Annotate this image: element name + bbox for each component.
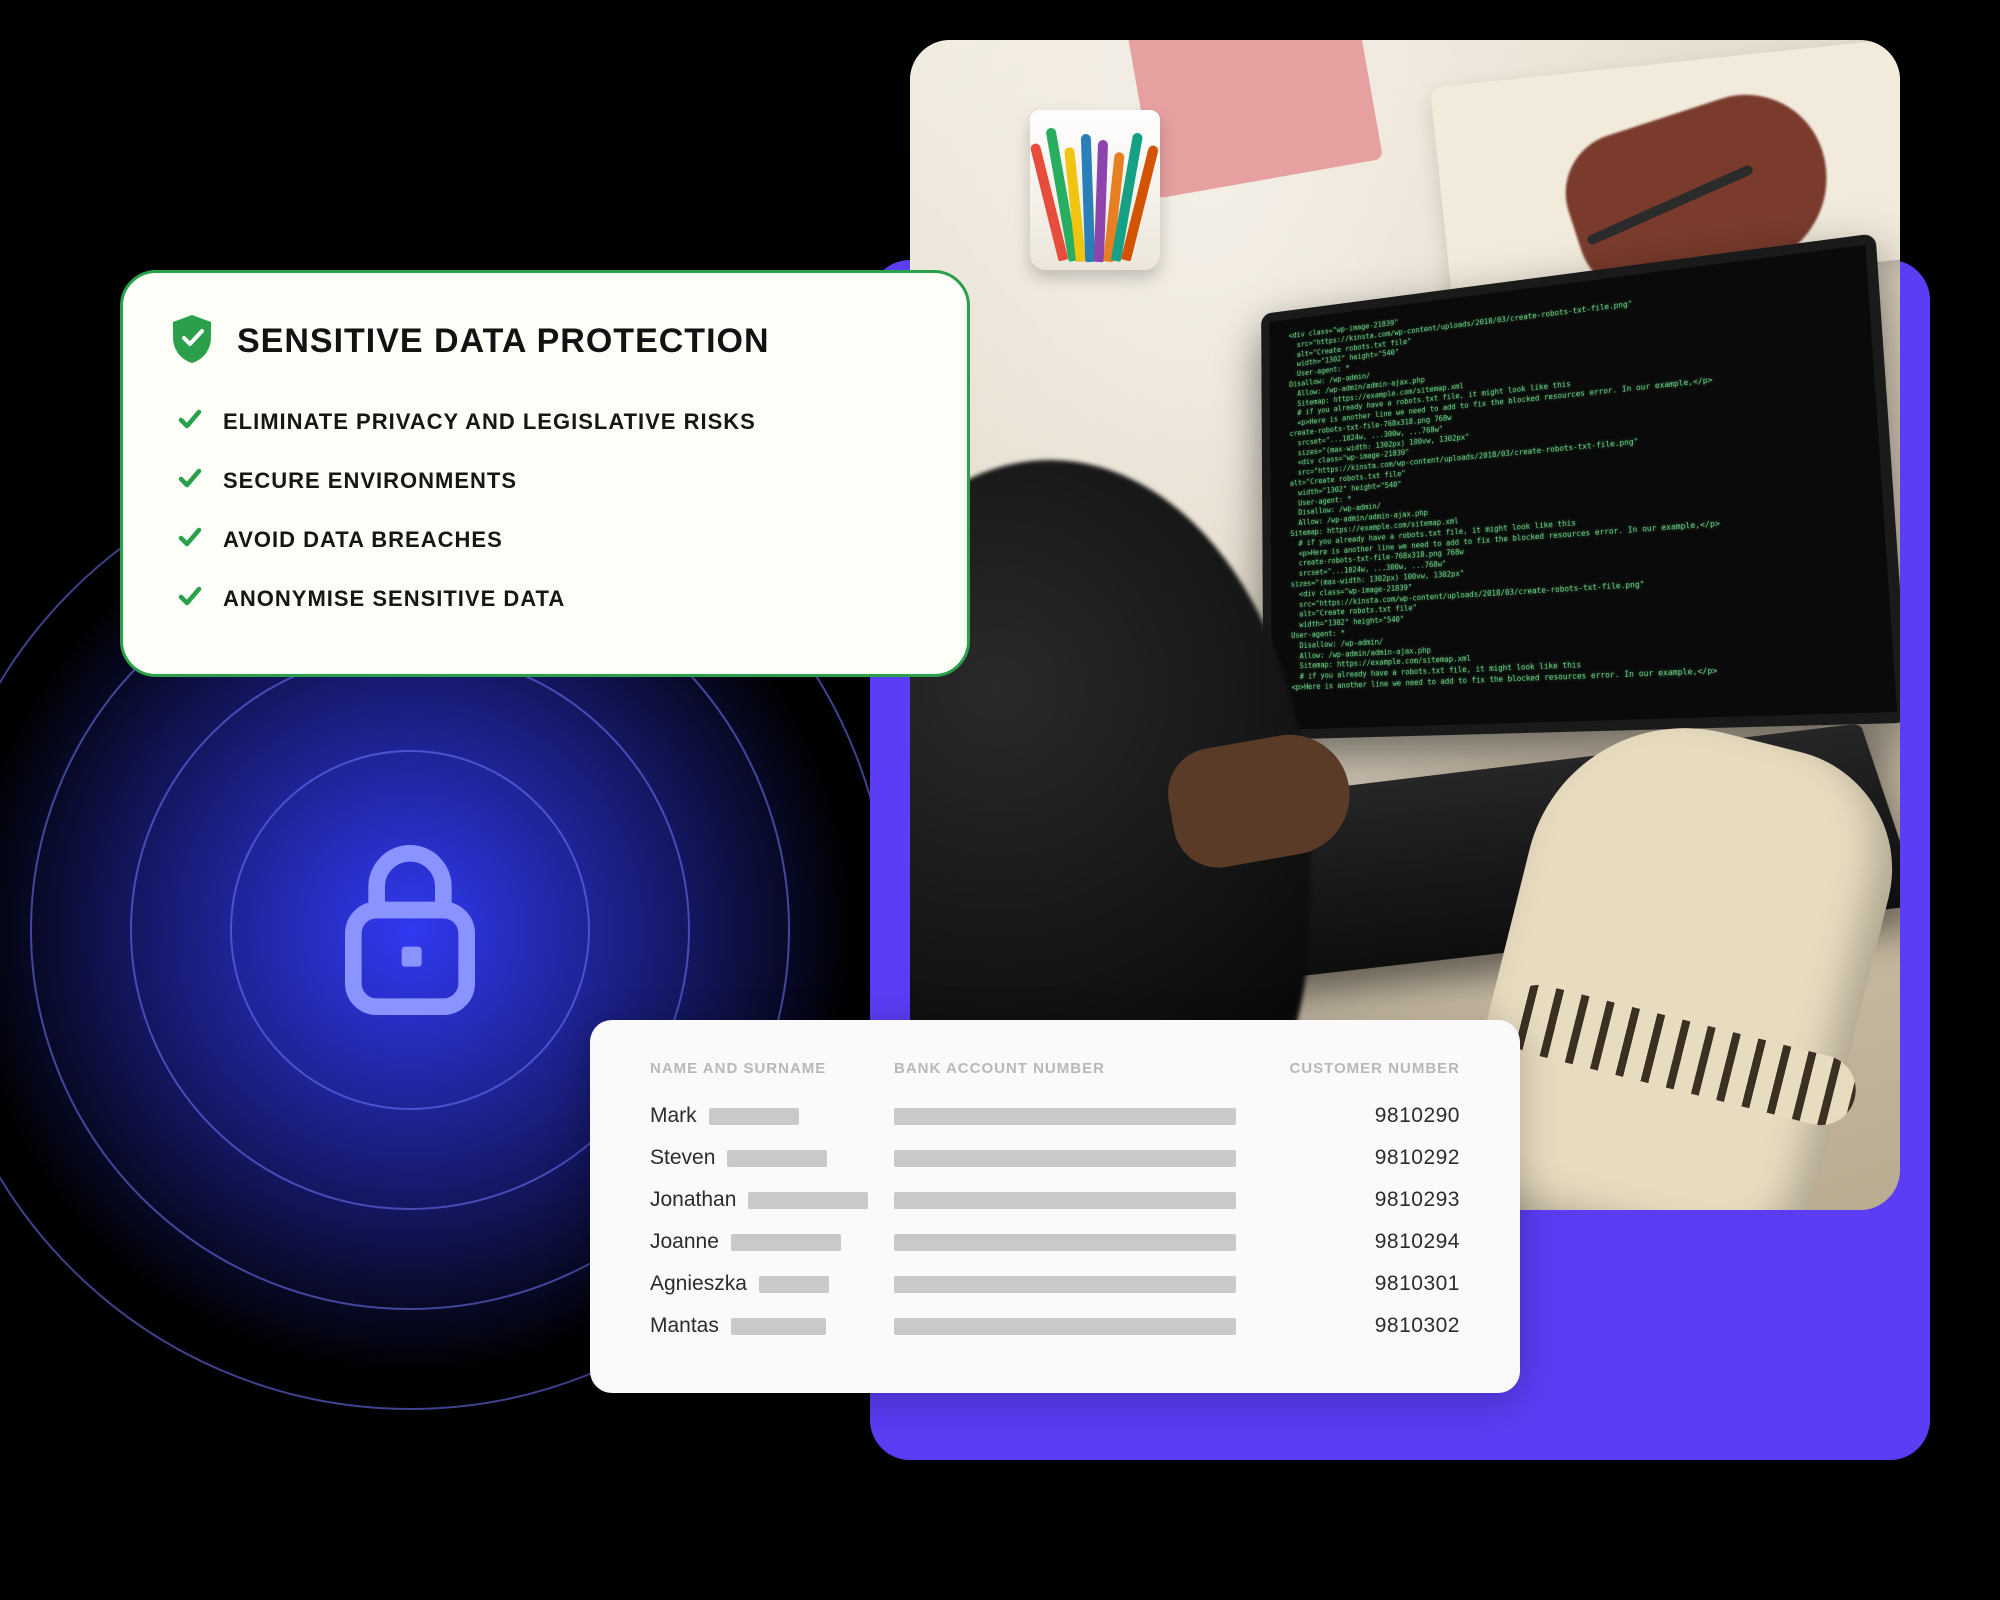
check-icon xyxy=(177,524,203,555)
first-name: Agnieszka xyxy=(650,1272,747,1296)
customer-number: 9810292 xyxy=(1260,1146,1460,1170)
surname-mask xyxy=(731,1318,826,1335)
table-row: Steven 9810292 xyxy=(650,1137,1460,1179)
account-cell xyxy=(894,1108,1236,1125)
table-row: Agnieszka 9810301 xyxy=(650,1263,1460,1305)
table-row: Mark 9810290 xyxy=(650,1095,1460,1137)
account-cell xyxy=(894,1318,1236,1335)
name-cell: Agnieszka xyxy=(650,1272,870,1296)
feature-label: AVOID DATA BREACHES xyxy=(223,527,503,553)
col-header-name: NAME AND SURNAME xyxy=(650,1060,870,1077)
surname-mask xyxy=(709,1108,799,1125)
account-mask xyxy=(894,1108,1236,1125)
account-cell xyxy=(894,1150,1236,1167)
composition: <div class="wp-image-21839" src="https:/… xyxy=(0,0,2000,1600)
table-row: Mantas 9810302 xyxy=(650,1305,1460,1347)
account-mask xyxy=(894,1234,1236,1251)
first-name: Jonathan xyxy=(650,1188,736,1212)
feature-label: SECURE ENVIRONMENTS xyxy=(223,468,517,494)
account-mask xyxy=(894,1276,1236,1293)
check-icon xyxy=(177,465,203,496)
first-name: Mantas xyxy=(650,1314,719,1338)
customer-number: 9810294 xyxy=(1260,1230,1460,1254)
first-name: Mark xyxy=(650,1104,697,1128)
surname-mask xyxy=(748,1192,868,1209)
account-cell xyxy=(894,1276,1236,1293)
surname-mask xyxy=(731,1234,841,1251)
customer-number: 9810302 xyxy=(1260,1314,1460,1338)
account-mask xyxy=(894,1318,1236,1335)
data-table-card: NAME AND SURNAME BANK ACCOUNT NUMBER CUS… xyxy=(590,1020,1520,1393)
shield-check-icon xyxy=(169,313,215,370)
customer-number: 9810301 xyxy=(1260,1272,1460,1296)
customer-number: 9810290 xyxy=(1260,1104,1460,1128)
features-title: SENSITIVE DATA PROTECTION xyxy=(237,322,770,361)
lock-icon xyxy=(325,830,495,1030)
pen-cup xyxy=(1030,110,1160,270)
feature-item: ELIMINATE PRIVACY AND LEGISLATIVE RISKS xyxy=(169,392,921,451)
table-row: Joanne 9810294 xyxy=(650,1221,1460,1263)
col-header-customer: CUSTOMER NUMBER xyxy=(1260,1060,1460,1077)
code-text: <div class="wp-image-21839" src="https:/… xyxy=(1281,261,1881,716)
account-cell xyxy=(894,1234,1236,1251)
feature-item: ANONYMISE SENSITIVE DATA xyxy=(169,569,921,628)
feature-item: SECURE ENVIRONMENTS xyxy=(169,451,921,510)
feature-label: ANONYMISE SENSITIVE DATA xyxy=(223,586,565,612)
account-cell xyxy=(894,1192,1236,1209)
check-icon xyxy=(177,406,203,437)
name-cell: Steven xyxy=(650,1146,870,1170)
account-mask xyxy=(894,1192,1236,1209)
customer-number: 9810293 xyxy=(1260,1188,1460,1212)
name-cell: Joanne xyxy=(650,1230,870,1254)
table-row: Jonathan 9810293 xyxy=(650,1179,1460,1221)
surname-mask xyxy=(759,1276,829,1293)
name-cell: Mantas xyxy=(650,1314,870,1338)
name-cell: Jonathan xyxy=(650,1188,870,1212)
features-card: SENSITIVE DATA PROTECTION ELIMINATE PRIV… xyxy=(120,270,970,677)
first-name: Joanne xyxy=(650,1230,719,1254)
first-name: Steven xyxy=(650,1146,715,1170)
name-cell: Mark xyxy=(650,1104,870,1128)
feature-label: ELIMINATE PRIVACY AND LEGISLATIVE RISKS xyxy=(223,409,756,435)
surname-mask xyxy=(727,1150,827,1167)
col-header-account: BANK ACCOUNT NUMBER xyxy=(894,1060,1236,1077)
account-mask xyxy=(894,1150,1236,1167)
check-icon xyxy=(177,583,203,614)
feature-item: AVOID DATA BREACHES xyxy=(169,510,921,569)
